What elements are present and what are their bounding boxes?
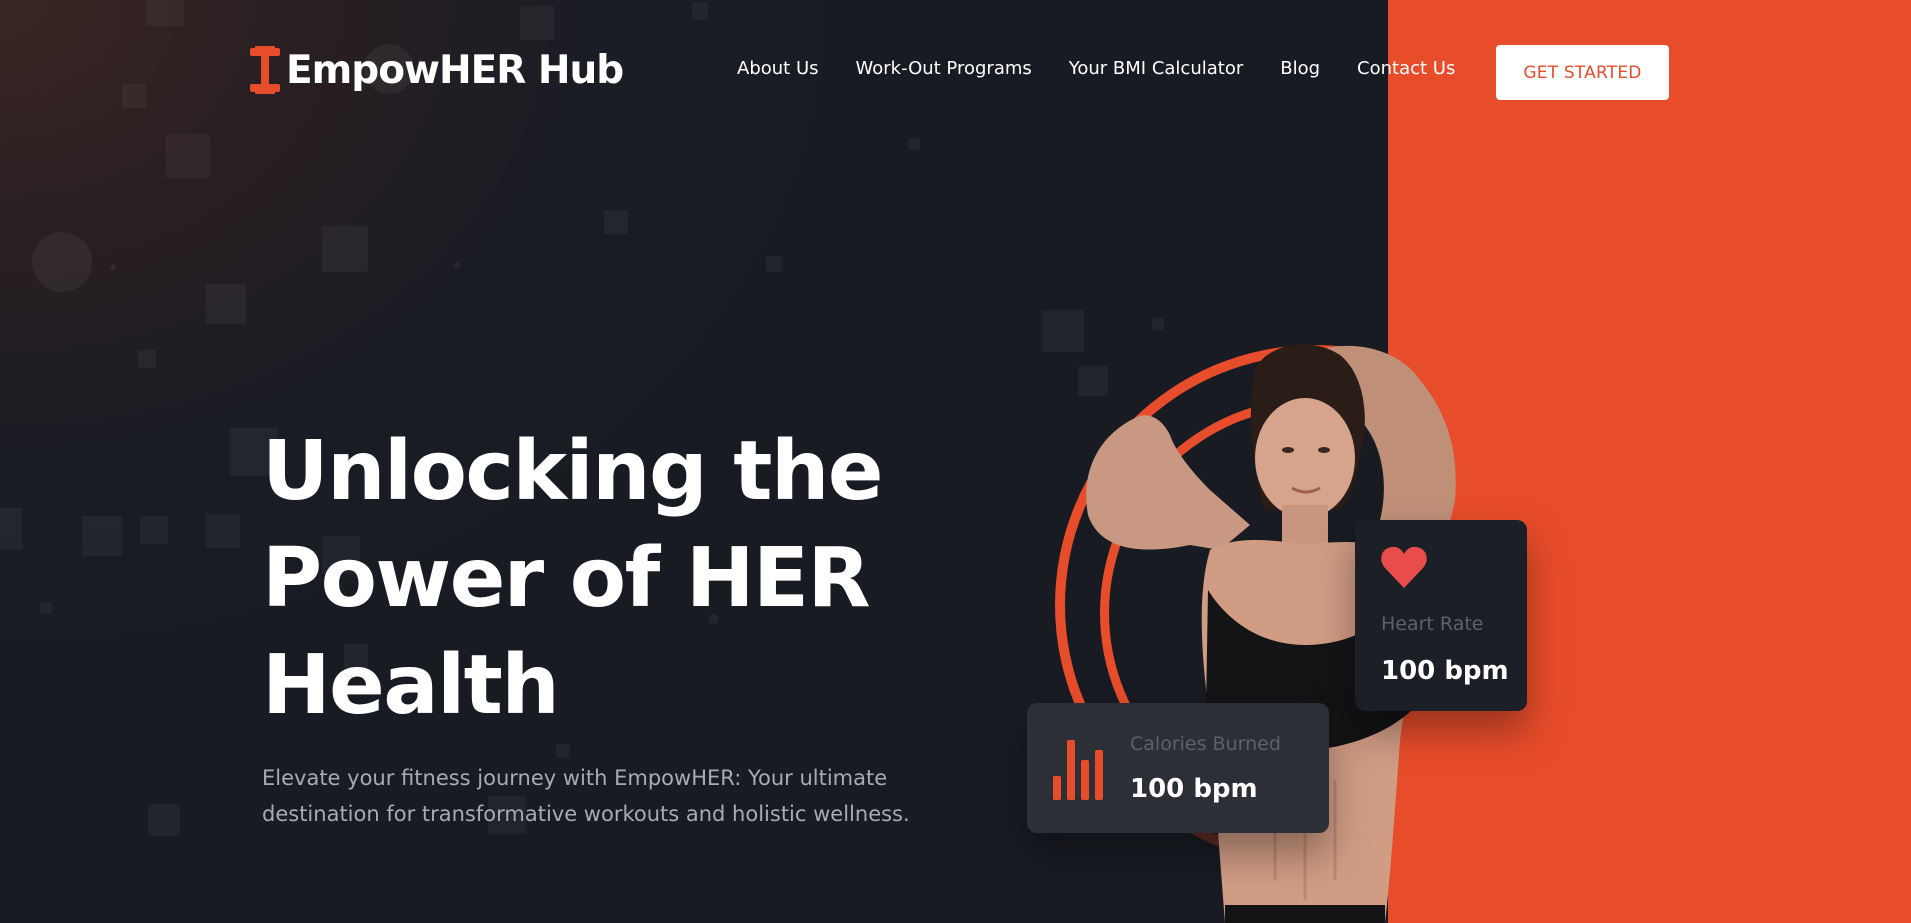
calories-label: Calories Burned bbox=[1130, 733, 1281, 755]
hero-subtitle-line: destination for transformative workouts … bbox=[262, 802, 910, 826]
hero-title-line: Power of HER bbox=[262, 531, 871, 626]
hero-title-line: Unlocking the bbox=[262, 424, 883, 519]
decor-square bbox=[1152, 318, 1164, 330]
decor-square bbox=[692, 2, 708, 20]
calories-card: Calories Burned 100 bpm bbox=[1027, 703, 1329, 833]
decor-square bbox=[148, 804, 180, 836]
calories-value: 100 bpm bbox=[1130, 774, 1258, 804]
nav-blog[interactable]: Blog bbox=[1280, 58, 1320, 79]
decor-square bbox=[138, 350, 156, 368]
nav-bmi-calculator[interactable]: Your BMI Calculator bbox=[1069, 58, 1243, 79]
decor-square bbox=[556, 744, 570, 758]
decor-square bbox=[766, 256, 782, 272]
decor-circle bbox=[110, 264, 116, 270]
decor-square bbox=[122, 84, 146, 108]
hero-title-line: Health bbox=[262, 638, 560, 733]
hero-subtitle: Elevate your fitness journey with EmpowH… bbox=[262, 760, 982, 832]
nav-about-us[interactable]: About Us bbox=[737, 58, 819, 79]
decor-square bbox=[0, 508, 22, 550]
decor-circle bbox=[32, 232, 92, 292]
decor-square bbox=[908, 138, 920, 150]
hero-subtitle-line: Elevate your fitness journey with EmpowH… bbox=[262, 766, 888, 790]
heart-rate-card: Heart Rate 100 bpm bbox=[1355, 520, 1527, 711]
bar-chart-icon bbox=[1053, 740, 1105, 804]
decor-square bbox=[166, 134, 210, 178]
decor-square bbox=[206, 514, 240, 548]
brand-name: EmpowHER Hub bbox=[286, 47, 624, 93]
main-nav: About Us Work-Out Programs Your BMI Calc… bbox=[737, 58, 1455, 79]
heart-rate-value: 100 bpm bbox=[1381, 656, 1509, 686]
dumbbell-icon bbox=[250, 46, 282, 94]
hero-title: Unlocking the Power of HER Health bbox=[262, 418, 962, 739]
decor-square bbox=[322, 226, 368, 272]
decor-square bbox=[520, 6, 554, 40]
nav-workout-programs[interactable]: Work-Out Programs bbox=[856, 58, 1032, 79]
decor-square bbox=[604, 210, 628, 234]
decor-square bbox=[40, 602, 52, 614]
heart-icon bbox=[1381, 546, 1427, 592]
decor-square bbox=[206, 284, 246, 324]
get-started-button[interactable]: GET STARTED bbox=[1496, 45, 1669, 100]
decor-square bbox=[82, 516, 122, 556]
brand-logo[interactable]: EmpowHER Hub bbox=[250, 44, 624, 96]
nav-contact-us[interactable]: Contact Us bbox=[1357, 58, 1455, 79]
decor-circle bbox=[454, 262, 460, 268]
decor-square bbox=[140, 516, 168, 544]
heart-rate-label: Heart Rate bbox=[1381, 613, 1484, 635]
decor-square bbox=[146, 0, 184, 26]
